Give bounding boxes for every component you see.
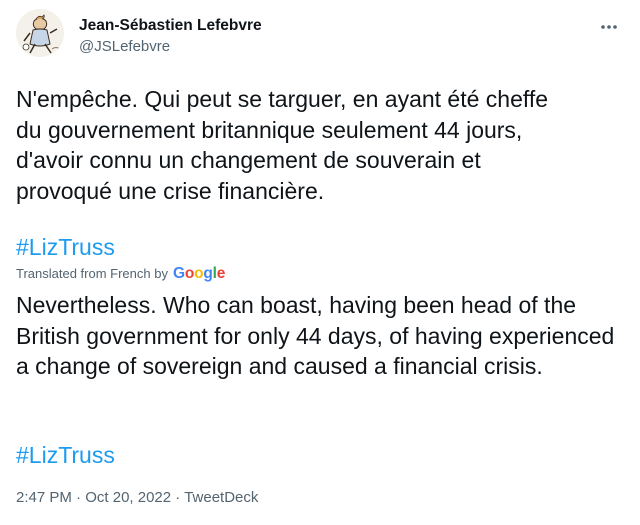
avatar-illustration-icon [16,9,64,57]
translated-from-label[interactable]: Translated from French by [16,265,168,283]
translated-hashtag-link[interactable]: #LizTruss [16,440,115,470]
tweet-date[interactable]: Oct 20, 2022 [85,489,171,506]
author-info: Jean-Sébastien Lefebvre @JSLefebvre [79,16,262,57]
more-horizontal-icon [601,25,617,29]
avatar[interactable] [16,9,64,57]
meta-separator: · [175,489,185,506]
more-options-button[interactable] [592,12,626,42]
google-logo: Google [172,265,226,282]
translated-text: Nevertheless. Who can boast, having been… [16,292,615,379]
meta-separator: · [76,489,86,506]
tweet-source[interactable]: TweetDeck [184,489,258,506]
tweet-text: N'empêche. Qui peut se targuer, en ayant… [16,86,549,204]
translation-attribution: Translated from French by Google [16,265,225,283]
author-display-name[interactable]: Jean-Sébastien Lefebvre [79,16,262,36]
tweet-card: Jean-Sébastien Lefebvre @JSLefebvre N'em… [0,0,640,525]
author-handle[interactable]: @JSLefebvre [79,37,262,57]
tweet-metadata: 2:47 PM · Oct 20, 2022 · TweetDeck [16,488,258,508]
hashtag-link[interactable]: #LizTruss [16,232,115,262]
tweet-time[interactable]: 2:47 PM [16,489,72,506]
